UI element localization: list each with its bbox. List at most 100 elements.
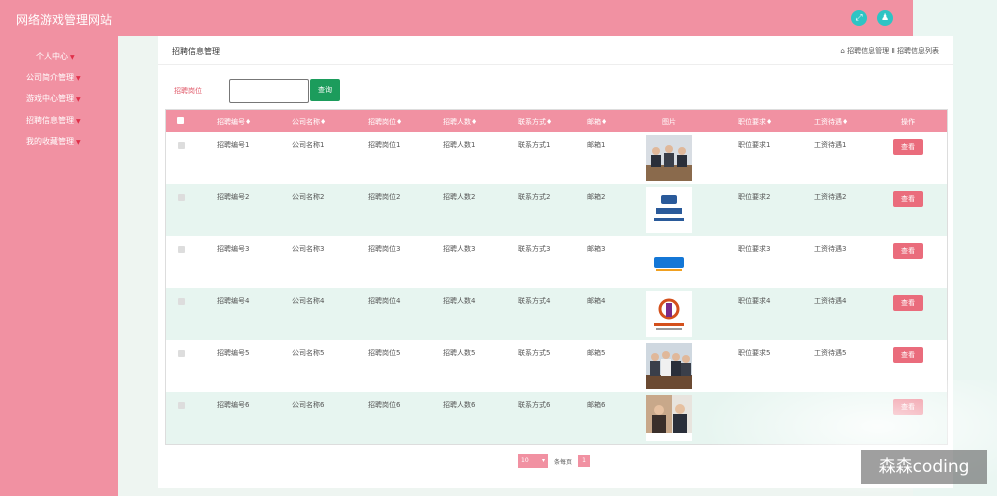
cell-post: 招聘岗位6 [368, 401, 401, 409]
chevron-down-icon: ▼ [70, 54, 75, 61]
view-button[interactable]: 查看 [893, 139, 923, 155]
sidebar-item-favorites[interactable]: 我的收藏管理 ▼ [26, 136, 144, 147]
cell-email: 邮箱1 [587, 141, 606, 149]
page-size-value: 10 [521, 457, 529, 464]
cell-contact: 联系方式2 [518, 193, 551, 201]
panel-header: 招聘信息管理 ⌂ 招聘信息管理 Ⅱ 招聘信息列表 [158, 36, 953, 65]
page-number[interactable]: 1 [578, 455, 590, 467]
cell-requirement: 职位要求3 [738, 245, 771, 253]
chevron-down-icon: ▼ [76, 139, 81, 146]
column-header[interactable]: 公司名称♦ [292, 117, 326, 127]
row-checkbox[interactable] [178, 402, 185, 409]
chevron-down-icon: ▼ [76, 96, 81, 103]
cell-post: 招聘岗位5 [368, 349, 401, 357]
row-checkbox[interactable] [178, 246, 185, 253]
cell-company: 公司名称3 [292, 245, 325, 253]
sidebar-item-personal[interactable]: 个人中心 ▼ [36, 51, 154, 62]
sidebar-item-label: 招聘信息管理 [26, 116, 74, 125]
column-header: 操作 [901, 118, 915, 126]
table-row: 招聘编号1 公司名称1 招聘岗位1 招聘人数1 联系方式1 邮箱1 职位要求1 [166, 132, 947, 184]
column-header[interactable]: 工资待遇♦ [814, 117, 848, 127]
cell-salary: 工资待遇4 [814, 297, 847, 305]
cell-email: 邮箱6 [587, 401, 606, 409]
cell-code: 招聘编号2 [217, 193, 250, 201]
view-button[interactable]: 查看 [893, 295, 923, 311]
table-row: 招聘编号4 公司名称4 招聘岗位4 招聘人数4 联系方式4 邮箱4 职位要求4 [166, 288, 947, 340]
cell-email: 邮箱4 [587, 297, 606, 305]
sidebar-item-label: 我的收藏管理 [26, 137, 74, 146]
cell-post: 招聘岗位2 [368, 193, 401, 201]
row-checkbox[interactable] [178, 350, 185, 357]
cell-company: 公司名称2 [292, 193, 325, 201]
cell-count: 招聘人数1 [443, 141, 476, 149]
cell-contact: 联系方式1 [518, 141, 551, 149]
cell-post: 招聘岗位1 [368, 141, 401, 149]
table-header: 招聘编号♦ 公司名称♦ 招聘岗位♦ 招聘人数♦ 联系方式♦ 邮箱♦ 图片 职位要… [166, 110, 947, 132]
view-button[interactable]: 查看 [893, 347, 923, 363]
cell-contact: 联系方式6 [518, 401, 551, 409]
cell-salary: 工资待遇1 [814, 141, 847, 149]
fullscreen-icon[interactable]: ⤢ [851, 10, 867, 26]
row-checkbox[interactable] [178, 298, 185, 305]
sidebar-item-games[interactable]: 游戏中心管理 ▼ [26, 93, 144, 104]
alipay-logo [646, 239, 692, 285]
cell-salary: 工资待遇5 [814, 349, 847, 357]
column-header[interactable]: 招聘编号♦ [217, 117, 251, 127]
column-header[interactable]: 邮箱♦ [587, 117, 607, 127]
cell-salary: 工资待遇3 [814, 245, 847, 253]
sidebar-item-label: 游戏中心管理 [26, 94, 74, 103]
view-button[interactable]: 查看 [893, 191, 923, 207]
per-page-label: 条每页 [554, 459, 573, 466]
select-all-checkbox[interactable] [177, 117, 184, 124]
caret-down-icon: ▾ [541, 457, 545, 464]
cell-requirement: 职位要求5 [738, 349, 771, 357]
page-title: 招聘信息管理 [172, 47, 220, 56]
cell-requirement: 职位要求2 [738, 193, 771, 201]
interview-photo [646, 395, 692, 441]
team-photo [646, 343, 692, 389]
home-icon[interactable]: ⌂ [840, 47, 844, 55]
column-header[interactable]: 招聘人数♦ [443, 117, 477, 127]
user-icon[interactable]: ♟ [877, 10, 893, 26]
cell-requirement: 职位要求4 [738, 297, 771, 305]
row-checkbox[interactable] [178, 194, 185, 201]
cell-code: 招聘编号1 [217, 141, 250, 149]
watermark: 森森coding [861, 450, 987, 484]
cell-code: 招聘编号3 [217, 245, 250, 253]
cell-code: 招聘编号5 [217, 349, 250, 357]
cell-company: 公司名称5 [292, 349, 325, 357]
cell-count: 招聘人数2 [443, 193, 476, 201]
table-row: 招聘编号3 公司名称3 招聘岗位3 招聘人数3 联系方式3 邮箱3 职位要求3 … [166, 236, 947, 288]
geely-auto-logo [646, 187, 692, 233]
cell-count: 招聘人数5 [443, 349, 476, 357]
cell-email: 邮箱3 [587, 245, 606, 253]
cell-post: 招聘岗位4 [368, 297, 401, 305]
chevron-down-icon: ▼ [76, 75, 81, 82]
breadcrumb: ⌂ 招聘信息管理 Ⅱ 招聘信息列表 [840, 46, 939, 56]
column-header[interactable]: 联系方式♦ [518, 117, 552, 127]
company-logo [646, 291, 692, 337]
row-checkbox[interactable] [178, 142, 185, 149]
column-header[interactable]: 招聘岗位♦ [368, 117, 402, 127]
cell-email: 邮箱2 [587, 193, 606, 201]
column-header: 图片 [662, 118, 676, 126]
cell-company: 公司名称4 [292, 297, 325, 305]
view-button[interactable]: 查看 [893, 243, 923, 259]
sidebar-item-recruitment[interactable]: 招聘信息管理 ▼ [26, 115, 144, 126]
cell-requirement: 职位要求1 [738, 141, 771, 149]
column-header[interactable]: 职位要求♦ [738, 117, 772, 127]
sidebar-item-company[interactable]: 公司简介管理 ▼ [26, 72, 144, 83]
sidebar: 个人中心 ▼ 公司简介管理 ▼ 游戏中心管理 ▼ 招聘信息管理 ▼ 我的收藏管理 ▼ [0, 36, 118, 496]
search-input[interactable] [229, 79, 309, 103]
cell-contact: 联系方式3 [518, 245, 551, 253]
cell-post: 招聘岗位3 [368, 245, 401, 253]
search-label: 招聘岗位 [174, 87, 202, 95]
page-size-select[interactable]: 10 ▾ [518, 454, 548, 468]
cell-contact: 联系方式5 [518, 349, 551, 357]
search-button[interactable]: 查询 [310, 79, 340, 101]
breadcrumb-text[interactable]: 招聘信息管理 Ⅱ 招聘信息列表 [847, 47, 939, 55]
cell-company: 公司名称6 [292, 401, 325, 409]
app-title: 网络游戏管理网站 [16, 13, 113, 27]
cell-company: 公司名称1 [292, 141, 325, 149]
top-bar: 网络游戏管理网站 ⤢ ♟ [0, 0, 913, 36]
